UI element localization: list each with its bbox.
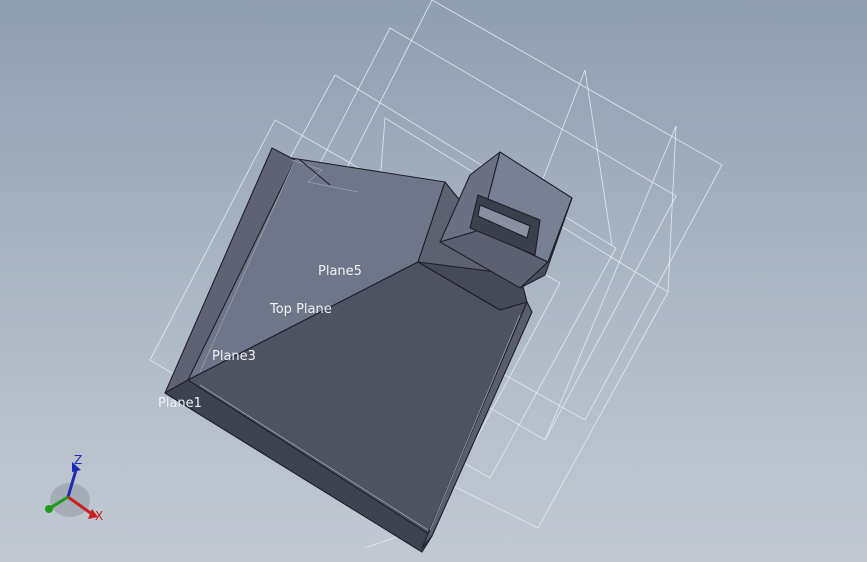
triad-z-label: Z [74, 453, 82, 467]
plane-label-plane5[interactable]: Plane5 [318, 264, 362, 279]
plane-label-plane1[interactable]: Plane1 [158, 396, 202, 411]
triad-x-label: X [95, 509, 103, 523]
plane-label-plane3[interactable]: Plane3 [212, 349, 256, 364]
graphics-viewport[interactable]: Plane5 Top Plane Plane3 Plane1 Z X [0, 0, 867, 562]
plane-label-top-plane[interactable]: Top Plane [269, 302, 332, 317]
reference-triad[interactable]: Z X [45, 453, 103, 523]
